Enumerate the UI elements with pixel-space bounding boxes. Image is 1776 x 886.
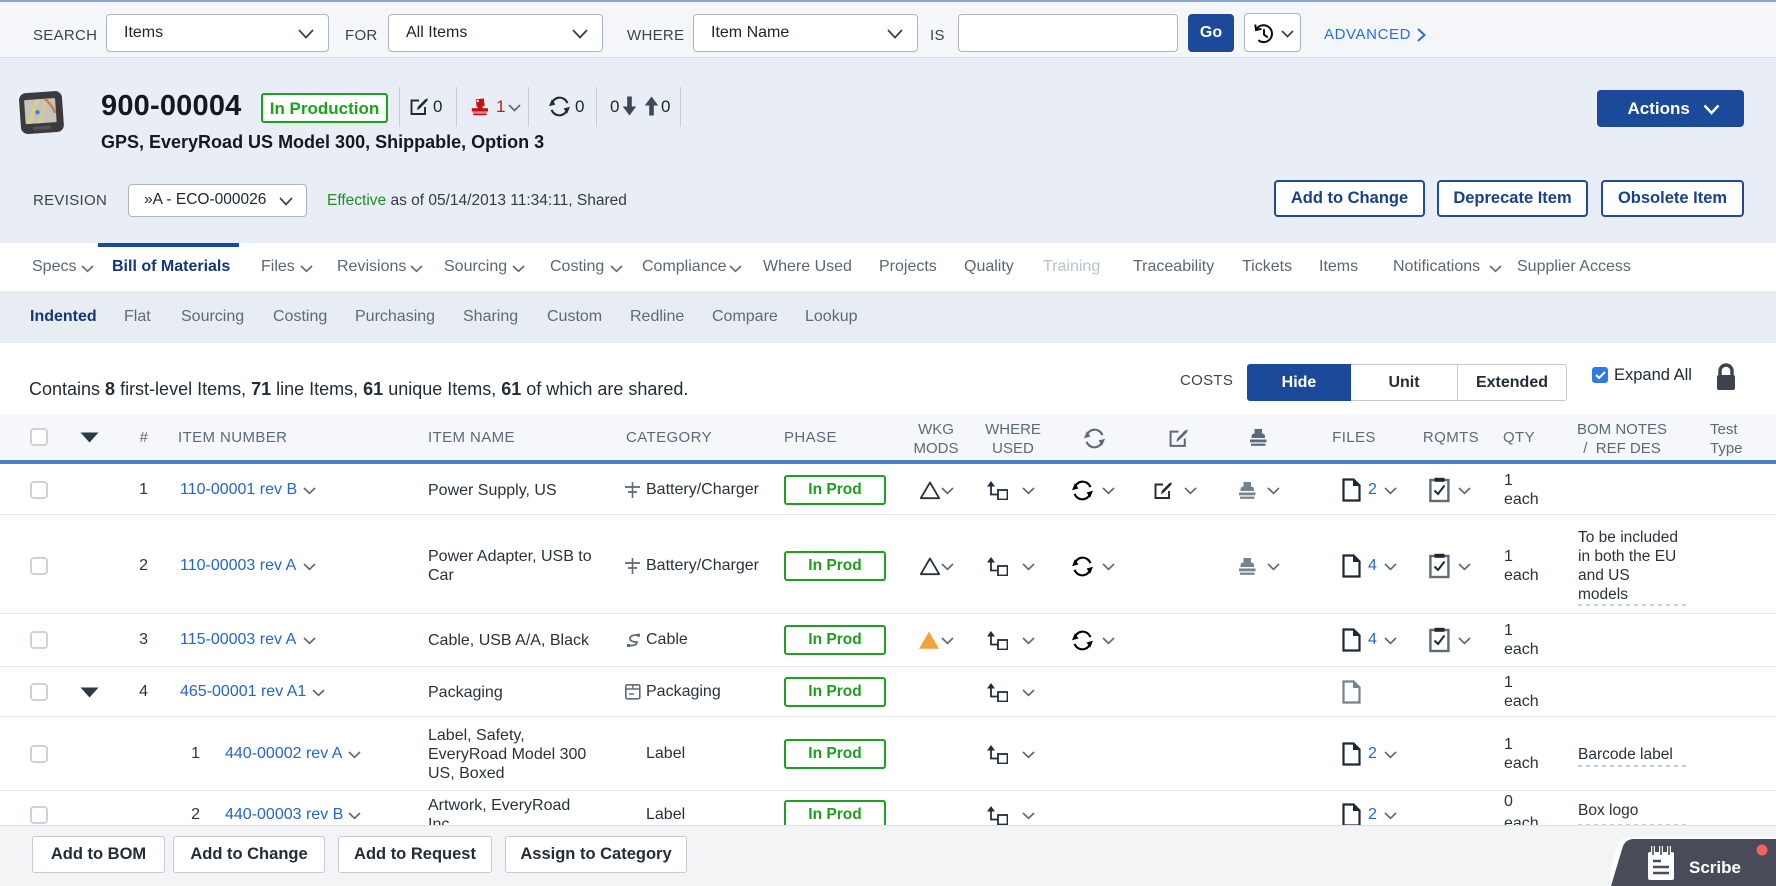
svg-text:Scribe: Scribe <box>1689 858 1741 877</box>
